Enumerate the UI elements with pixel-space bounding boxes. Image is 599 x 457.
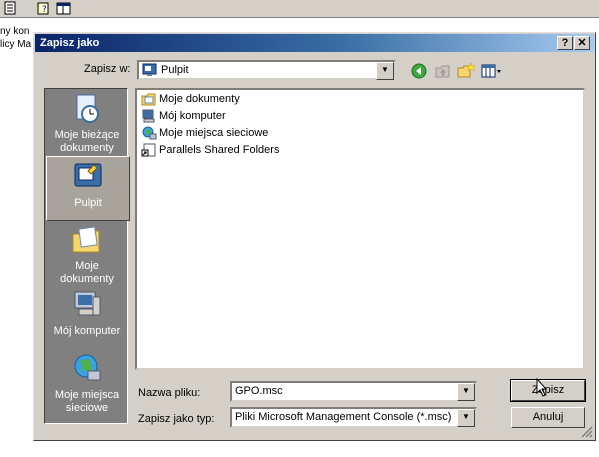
close-button[interactable]: ✕: [574, 36, 590, 50]
help-button[interactable]: ?: [557, 36, 573, 50]
place-label: Moje: [75, 260, 99, 272]
folder-icon: [141, 93, 156, 106]
chevron-down-icon[interactable]: ▼: [376, 62, 394, 80]
place-label: Mój komputer: [53, 325, 121, 337]
help-topic-icon[interactable]: ?: [36, 1, 52, 16]
back-icon[interactable]: [410, 62, 428, 83]
cancel-button[interactable]: Anuluj: [511, 407, 585, 428]
place-label: sieciowe: [65, 402, 109, 414]
place-desktop[interactable]: Pulpit: [46, 156, 130, 221]
list-item[interactable]: Parallels Shared Folders: [141, 142, 279, 158]
file-name: Moje miejsca sieciowe: [159, 127, 269, 139]
filetype-select[interactable]: Pliki Microsoft Management Console (*.ms…: [230, 407, 477, 428]
look-in-value: Pulpit: [161, 64, 189, 76]
resize-grip-icon[interactable]: [581, 426, 593, 438]
list-item[interactable]: Moje miejsca sieciowe: [141, 125, 268, 141]
place-label: Moje miejsca: [54, 389, 120, 401]
svg-text:?: ?: [42, 5, 47, 15]
place-network-places[interactable]: Moje miejsca sieciowe: [46, 353, 128, 415]
list-item[interactable]: Moje dokumenty: [141, 91, 240, 107]
dialog-title: Zapisz jako: [40, 37, 100, 49]
place-my-documents[interactable]: Moje dokumenty: [46, 224, 128, 285]
save-button[interactable]: Zapisz: [510, 379, 586, 402]
shortcut-icon: [141, 143, 156, 157]
place-recent-documents[interactable]: Moje bieżące dokumenty: [46, 93, 128, 155]
place-label: Pulpit: [74, 197, 102, 209]
window-icon[interactable]: [56, 1, 72, 16]
filetype-value: Pliki Microsoft Management Console (*.ms…: [235, 411, 452, 423]
network-icon: [142, 126, 157, 140]
background-toolbar: ?: [0, 0, 599, 18]
filetype-label: Zapisz jako typ:: [138, 413, 215, 425]
place-my-computer[interactable]: Mój komputer: [46, 289, 128, 339]
file-name: Parallels Shared Folders: [159, 144, 280, 156]
chevron-down-icon[interactable]: ▼: [457, 409, 475, 427]
my-documents-icon: [72, 226, 100, 253]
desktop-small-icon: [142, 63, 158, 80]
dialog-titlebar[interactable]: [35, 34, 594, 52]
places-bar: Moje bieżące dokumenty Pulpit Moje dokum…: [44, 88, 130, 424]
filename-value: GPO.msc: [235, 385, 283, 397]
background-text-line: licy Ma: [0, 39, 32, 50]
computer-icon: [142, 109, 155, 123]
desktop-icon: [74, 163, 102, 187]
look-in-combo[interactable]: Pulpit ▼: [137, 60, 396, 80]
recent-documents-icon: [76, 94, 99, 123]
mouse-cursor-icon: [536, 377, 548, 401]
list-item[interactable]: Mój komputer: [141, 108, 226, 124]
my-computer-icon: [74, 291, 101, 316]
background-app-text: ny kon licy Ma: [0, 25, 36, 65]
file-name: Moje dokumenty: [159, 93, 240, 105]
place-label: dokumenty: [60, 142, 114, 154]
view-menu-icon[interactable]: [481, 62, 505, 83]
filename-label: Nazwa pliku:: [138, 387, 201, 399]
place-label: dokumenty: [60, 273, 114, 285]
file-list[interactable]: Moje dokumenty Mój komputer Moje miejsca…: [135, 88, 585, 370]
place-label: Moje bieżące: [54, 129, 120, 141]
file-name: Mój komputer: [159, 110, 226, 122]
background-text-line: ny kon: [0, 26, 30, 37]
filename-field[interactable]: GPO.msc ▼: [230, 381, 477, 402]
up-folder-icon[interactable]: [434, 62, 452, 83]
network-places-icon: [74, 354, 101, 381]
chevron-down-icon[interactable]: ▼: [457, 383, 475, 401]
properties-icon[interactable]: [3, 1, 19, 16]
look-in-label: Zapisz w:: [84, 63, 131, 75]
new-folder-icon[interactable]: [457, 62, 476, 83]
